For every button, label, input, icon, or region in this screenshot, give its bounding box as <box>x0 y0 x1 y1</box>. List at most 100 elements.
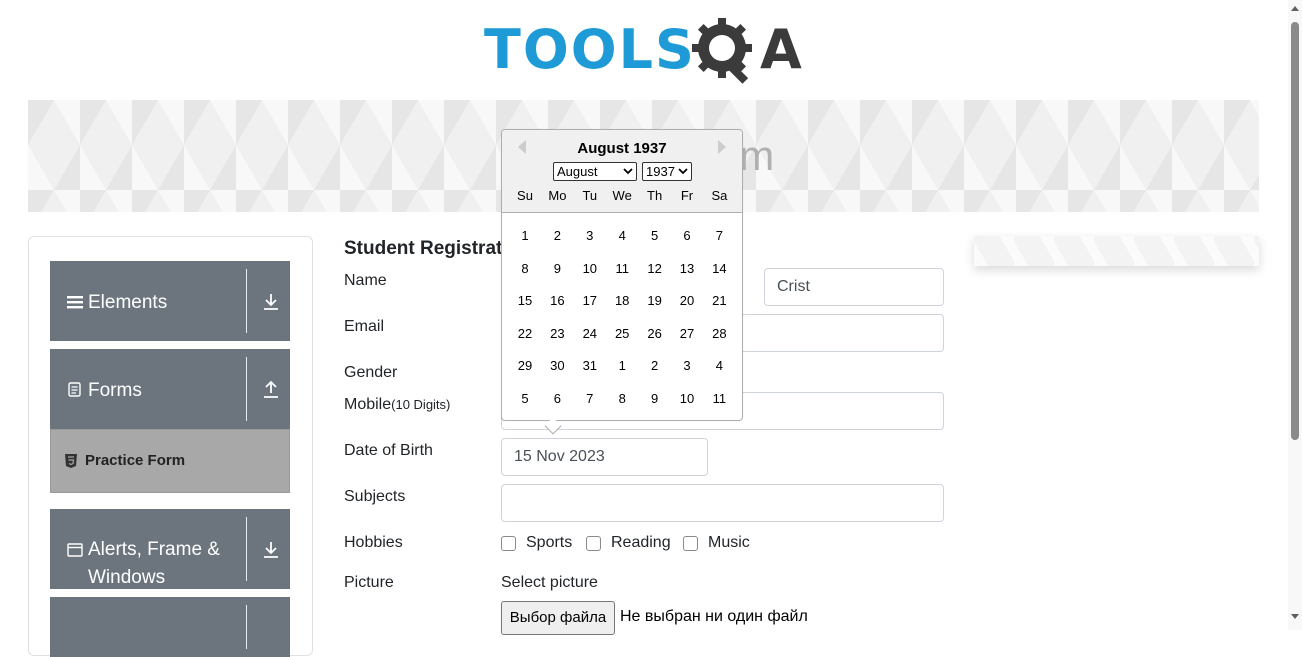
calendar-day[interactable]: 13 <box>671 261 703 276</box>
calendar-day[interactable]: 10 <box>671 391 703 406</box>
calendar-day[interactable]: 28 <box>703 326 735 341</box>
calendar-day[interactable]: 4 <box>703 358 735 373</box>
subjects-input[interactable] <box>501 484 944 522</box>
calendar-day[interactable]: 11 <box>606 261 638 276</box>
year-select-value: 1937 <box>646 164 675 179</box>
upload-arrow-icon[interactable] <box>260 379 282 401</box>
calendar-day[interactable]: 2 <box>541 228 573 243</box>
window-icon <box>67 543 83 557</box>
calendar-day[interactable]: 29 <box>509 358 541 373</box>
year-select[interactable]: 1937 <box>642 162 692 181</box>
datepicker-popup: August 1937 August 1937 Su Mo Tu We Th Fr Sa 1… <box>501 129 743 435</box>
dob-input[interactable]: 15 Nov 2023 <box>501 438 708 476</box>
calendar-day[interactable]: 3 <box>671 358 703 373</box>
hobby-sports[interactable]: Sports <box>501 534 572 552</box>
weekday-name: Tu <box>582 188 598 203</box>
sidebar-item-label: Practice Form <box>85 452 186 469</box>
next-month-button[interactable] <box>718 140 726 154</box>
hobby-reading[interactable]: Reading <box>586 534 671 552</box>
divider <box>246 357 247 421</box>
ad-banner <box>974 236 1259 266</box>
page-scrollbar[interactable] <box>1288 0 1302 630</box>
scrollbar-thumb[interactable] <box>1291 22 1299 440</box>
download-arrow-icon[interactable] <box>260 539 282 561</box>
calendar-day[interactable]: 21 <box>703 293 735 308</box>
select-picture-label: Select picture <box>501 574 598 591</box>
calendar-day[interactable]: 2 <box>639 358 671 373</box>
calendar-day[interactable]: 24 <box>574 326 606 341</box>
weekday-name: Th <box>647 188 663 203</box>
calendar-day[interactable]: 8 <box>509 261 541 276</box>
sidebar-group-elements[interactable]: Elements <box>50 261 290 341</box>
calendar-day[interactable]: 20 <box>671 293 703 308</box>
calendar-day[interactable]: 15 <box>509 293 541 308</box>
hobby-label: Reading <box>611 534 671 551</box>
calendar-day[interactable]: 12 <box>639 261 671 276</box>
calendar-day[interactable]: 27 <box>671 326 703 341</box>
scroll-up-arrow-icon[interactable] <box>1291 6 1299 11</box>
sidebar-group-label-line2: Windows <box>88 567 166 588</box>
toolsqa-logo[interactable]: TOOLS A <box>484 14 808 92</box>
sidebar-group-widgets[interactable] <box>50 597 290 657</box>
calendar-day[interactable]: 6 <box>671 228 703 243</box>
calendar-day[interactable]: 31 <box>574 358 606 373</box>
scroll-down-arrow-icon[interactable] <box>1291 614 1299 619</box>
calendar-day[interactable]: 1 <box>606 358 638 373</box>
calendar-day[interactable]: 22 <box>509 326 541 341</box>
calendar-day[interactable]: 14 <box>703 261 735 276</box>
calendar-day[interactable]: 30 <box>541 358 573 373</box>
datepicker-pointer <box>544 417 562 435</box>
reading-checkbox[interactable] <box>586 535 601 551</box>
calendar-day[interactable]: 25 <box>606 326 638 341</box>
email-label: Email <box>344 318 385 335</box>
calendar-day[interactable]: 9 <box>541 261 573 276</box>
calendar-day[interactable]: 23 <box>541 326 573 341</box>
calendar-day[interactable]: 8 <box>606 391 638 406</box>
music-checkbox[interactable] <box>683 535 698 551</box>
calendar-day[interactable]: 16 <box>541 293 573 308</box>
hobbies-label: Hobbies <box>344 534 403 551</box>
download-arrow-icon[interactable] <box>260 291 282 313</box>
sports-checkbox[interactable] <box>501 535 516 551</box>
datepicker-header: August 1937 August 1937 Su Mo Tu We Th Fr Sa <box>502 130 742 213</box>
sidebar-item-practice-form[interactable]: Practice Form <box>50 429 290 493</box>
mobile-hint: (10 Digits) <box>391 397 451 412</box>
last-name-input[interactable]: Crist <box>764 268 944 306</box>
sidebar-group-alerts[interactable]: Alerts, Frame & Windows <box>50 509 290 589</box>
dob-label: Date of Birth <box>344 442 433 459</box>
calendar-day[interactable]: 26 <box>639 326 671 341</box>
chevron-down-icon <box>678 168 688 175</box>
divider <box>246 605 247 649</box>
calendar-day[interactable]: 11 <box>703 391 735 406</box>
calendar-day[interactable]: 10 <box>574 261 606 276</box>
calendar-day[interactable]: 7 <box>574 391 606 406</box>
weekday-name: Fr <box>680 188 694 203</box>
calendar-day[interactable]: 7 <box>703 228 735 243</box>
month-select[interactable]: August <box>553 162 637 181</box>
calendar-day[interactable]: 5 <box>639 228 671 243</box>
calendar-day[interactable]: 18 <box>606 293 638 308</box>
calendar-day[interactable]: 17 <box>574 293 606 308</box>
calendar-day[interactable]: 3 <box>574 228 606 243</box>
divider <box>246 269 247 333</box>
calendar-day[interactable]: 19 <box>639 293 671 308</box>
logo-suffix: A <box>760 18 802 81</box>
hamburger-icon <box>67 296 83 309</box>
sidebar: Elements Forms Practice Form Alerts, Fra… <box>28 236 313 657</box>
sidebar-group-forms[interactable]: Forms <box>50 349 290 429</box>
calendar-day[interactable]: 1 <box>509 228 541 243</box>
subjects-label: Subjects <box>344 488 406 505</box>
calendar-day[interactable]: 9 <box>639 391 671 406</box>
weekday-name: Mo <box>548 188 567 203</box>
calendar-day[interactable]: 5 <box>509 391 541 406</box>
calendar-day[interactable]: 4 <box>606 228 638 243</box>
calendar-day[interactable]: 6 <box>541 391 573 406</box>
hobby-music[interactable]: Music <box>683 534 750 552</box>
sidebar-group-label: Elements <box>88 292 168 313</box>
name-label: Name <box>344 272 387 289</box>
month-select-value: August <box>557 164 598 179</box>
gear-magnifier-icon <box>692 18 752 84</box>
datepicker-month-title: August 1937 <box>577 140 667 157</box>
document-icon <box>68 382 81 397</box>
mobile-label-text: Mobile <box>344 396 392 413</box>
